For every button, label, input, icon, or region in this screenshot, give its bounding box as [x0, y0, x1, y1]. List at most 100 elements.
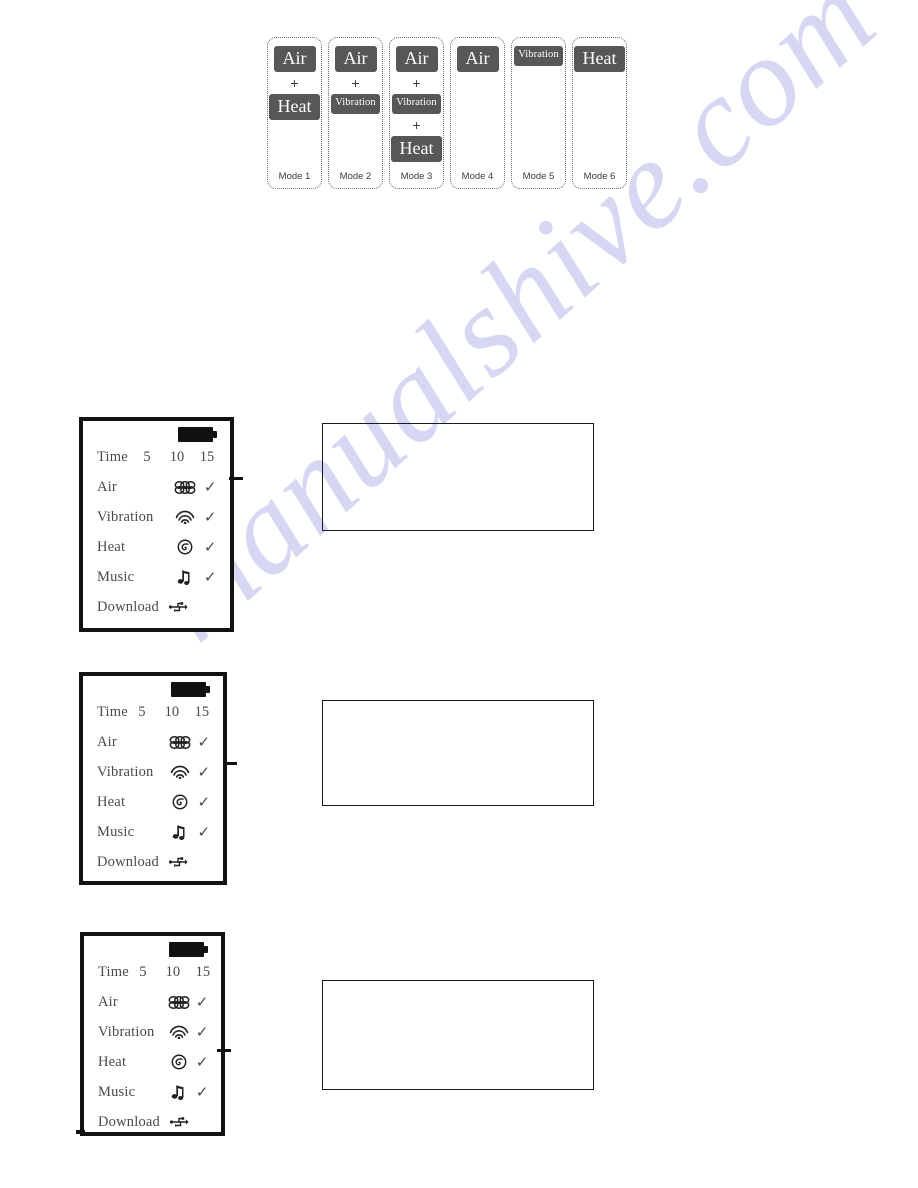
menu-row-vibration[interactable]: Vibration ✓: [97, 502, 221, 532]
menu-row-vibration[interactable]: Vibration ✓: [98, 1017, 212, 1047]
mode-4-label: Mode 4: [461, 171, 494, 182]
device-screen-2: Time 5 10 15 Air ✓ Vibration ✓ Heat ✓ Mu…: [79, 672, 237, 885]
menu-label-download: Download: [97, 853, 160, 870]
music-icon: [170, 569, 200, 586]
air-icon: [170, 480, 200, 494]
caption-box-3[interactable]: [322, 980, 594, 1090]
menu-label-vibration: Vibration: [97, 763, 154, 780]
menu-label-air: Air: [97, 478, 117, 495]
time-value-15[interactable]: 15: [188, 704, 216, 721]
mode-2-badge-vibration: Vibration: [331, 94, 380, 114]
usb-icon: [165, 1115, 195, 1129]
mode-5-label: Mode 5: [522, 171, 555, 182]
mode-6-label: Mode 6: [583, 171, 616, 182]
menu-row-air[interactable]: Air ✓: [97, 472, 221, 502]
menu-label-download: Download: [97, 598, 160, 615]
mode-3-badge-vibration: Vibration: [392, 94, 441, 114]
time-value-15[interactable]: 15: [193, 449, 221, 466]
menu-row-music[interactable]: Music ✓: [97, 817, 214, 847]
music-icon: [165, 1084, 192, 1101]
mode-1-stack: Air + Heat: [268, 46, 321, 165]
mode-4-stack: Air: [451, 46, 504, 165]
time-value-10[interactable]: 10: [157, 964, 189, 981]
menu-label-time: Time: [97, 448, 128, 465]
battery-icon: [178, 427, 217, 442]
heat-icon: [165, 1054, 192, 1070]
mode-2-stack: Air + Vibration: [329, 46, 382, 165]
vibration-icon: [165, 1025, 192, 1039]
mode-card-4: Air Mode 4: [450, 37, 505, 189]
caption-box-1[interactable]: [322, 423, 594, 531]
mode-1-badge-heat: Heat: [268, 94, 321, 120]
menu-row-vibration[interactable]: Vibration ✓: [97, 757, 214, 787]
mode-3-badge-air: Air: [395, 46, 438, 72]
check-heat[interactable]: ✓: [192, 1053, 212, 1072]
mode-3-badge-heat: Heat: [390, 135, 443, 162]
mode-1-badge-air: Air: [273, 46, 316, 72]
menu-row-time[interactable]: Time 5 10 15: [98, 957, 212, 987]
vibration-icon: [166, 765, 194, 779]
time-value-15[interactable]: 15: [189, 964, 217, 981]
menu-label-heat: Heat: [97, 538, 126, 555]
check-vibration[interactable]: ✓: [199, 508, 221, 527]
menu-row-download[interactable]: Download: [98, 1107, 212, 1137]
battery-row: [97, 682, 214, 697]
menu-label-music: Music: [97, 568, 135, 585]
plus-symbol: +: [351, 75, 360, 91]
mode-card-6: Heat Mode 6: [572, 37, 627, 189]
corner-notch: [76, 1130, 85, 1134]
menu-row-download[interactable]: Download: [97, 847, 214, 877]
check-vibration[interactable]: ✓: [194, 763, 214, 782]
menu-row-heat[interactable]: Heat ✓: [98, 1047, 212, 1077]
time-value-10[interactable]: 10: [156, 704, 188, 721]
check-heat[interactable]: ✓: [199, 538, 221, 557]
menu-label-air: Air: [97, 733, 117, 750]
check-music[interactable]: ✓: [199, 568, 221, 587]
check-heat[interactable]: ✓: [194, 793, 214, 812]
device-screen-2-content: Time 5 10 15 Air ✓ Vibration ✓ Heat ✓ Mu…: [83, 676, 223, 881]
menu-row-music[interactable]: Music ✓: [98, 1077, 212, 1107]
menu-label-vibration: Vibration: [97, 508, 154, 525]
menu-row-music[interactable]: Music ✓: [97, 562, 221, 592]
device-screen-1: Time 5 10 15 Air ✓ Vibration ✓ Heat ✓ Mu…: [79, 417, 243, 632]
heat-icon: [166, 794, 194, 810]
menu-label-time: Time: [97, 703, 128, 720]
menu-label-vibration: Vibration: [98, 1023, 155, 1040]
check-music[interactable]: ✓: [194, 823, 214, 842]
menu-row-time[interactable]: Time 5 10 15: [97, 442, 221, 472]
plus-symbol: +: [412, 75, 421, 91]
check-air[interactable]: ✓: [199, 478, 221, 497]
menu-row-heat[interactable]: Heat ✓: [97, 787, 214, 817]
mode-6-stack: Heat: [573, 46, 626, 165]
device-screen-3-menu: Time 5 10 15 Air ✓ Vibration ✓ Heat ✓ Mu…: [98, 957, 212, 1137]
menu-row-air[interactable]: Air ✓: [97, 727, 214, 757]
time-value-5[interactable]: 5: [128, 704, 156, 721]
caption-box-2[interactable]: [322, 700, 594, 806]
mode-card-3: Air + Vibration + Heat Mode 3: [389, 37, 444, 189]
menu-label-music: Music: [97, 823, 135, 840]
check-vibration[interactable]: ✓: [192, 1023, 212, 1042]
time-value-10[interactable]: 10: [161, 449, 193, 466]
mode-6-badge-heat: Heat: [573, 46, 626, 72]
usb-icon: [164, 600, 194, 614]
mode-2-label: Mode 2: [339, 171, 372, 182]
battery-row: [97, 427, 221, 442]
menu-row-time[interactable]: Time 5 10 15: [97, 697, 214, 727]
menu-row-heat[interactable]: Heat ✓: [97, 532, 221, 562]
menu-row-air[interactable]: Air ✓: [98, 987, 212, 1017]
time-value-5[interactable]: 5: [129, 964, 157, 981]
heat-icon: [170, 539, 200, 555]
mode-card-2: Air + Vibration Mode 2: [328, 37, 383, 189]
check-music[interactable]: ✓: [192, 1083, 212, 1102]
time-value-5[interactable]: 5: [133, 449, 161, 466]
menu-label-air: Air: [98, 993, 118, 1010]
battery-icon: [171, 682, 210, 697]
mode-card-5: Vibration Mode 5: [511, 37, 566, 189]
device-screen-1-content: Time 5 10 15 Air ✓ Vibration ✓ Heat ✓ Mu…: [83, 421, 230, 628]
time-values: 5 10 15: [128, 704, 216, 721]
check-air[interactable]: ✓: [194, 733, 214, 752]
music-icon: [166, 824, 194, 841]
battery-icon: [169, 942, 208, 957]
check-air[interactable]: ✓: [192, 993, 212, 1012]
menu-row-download[interactable]: Download: [97, 592, 221, 622]
